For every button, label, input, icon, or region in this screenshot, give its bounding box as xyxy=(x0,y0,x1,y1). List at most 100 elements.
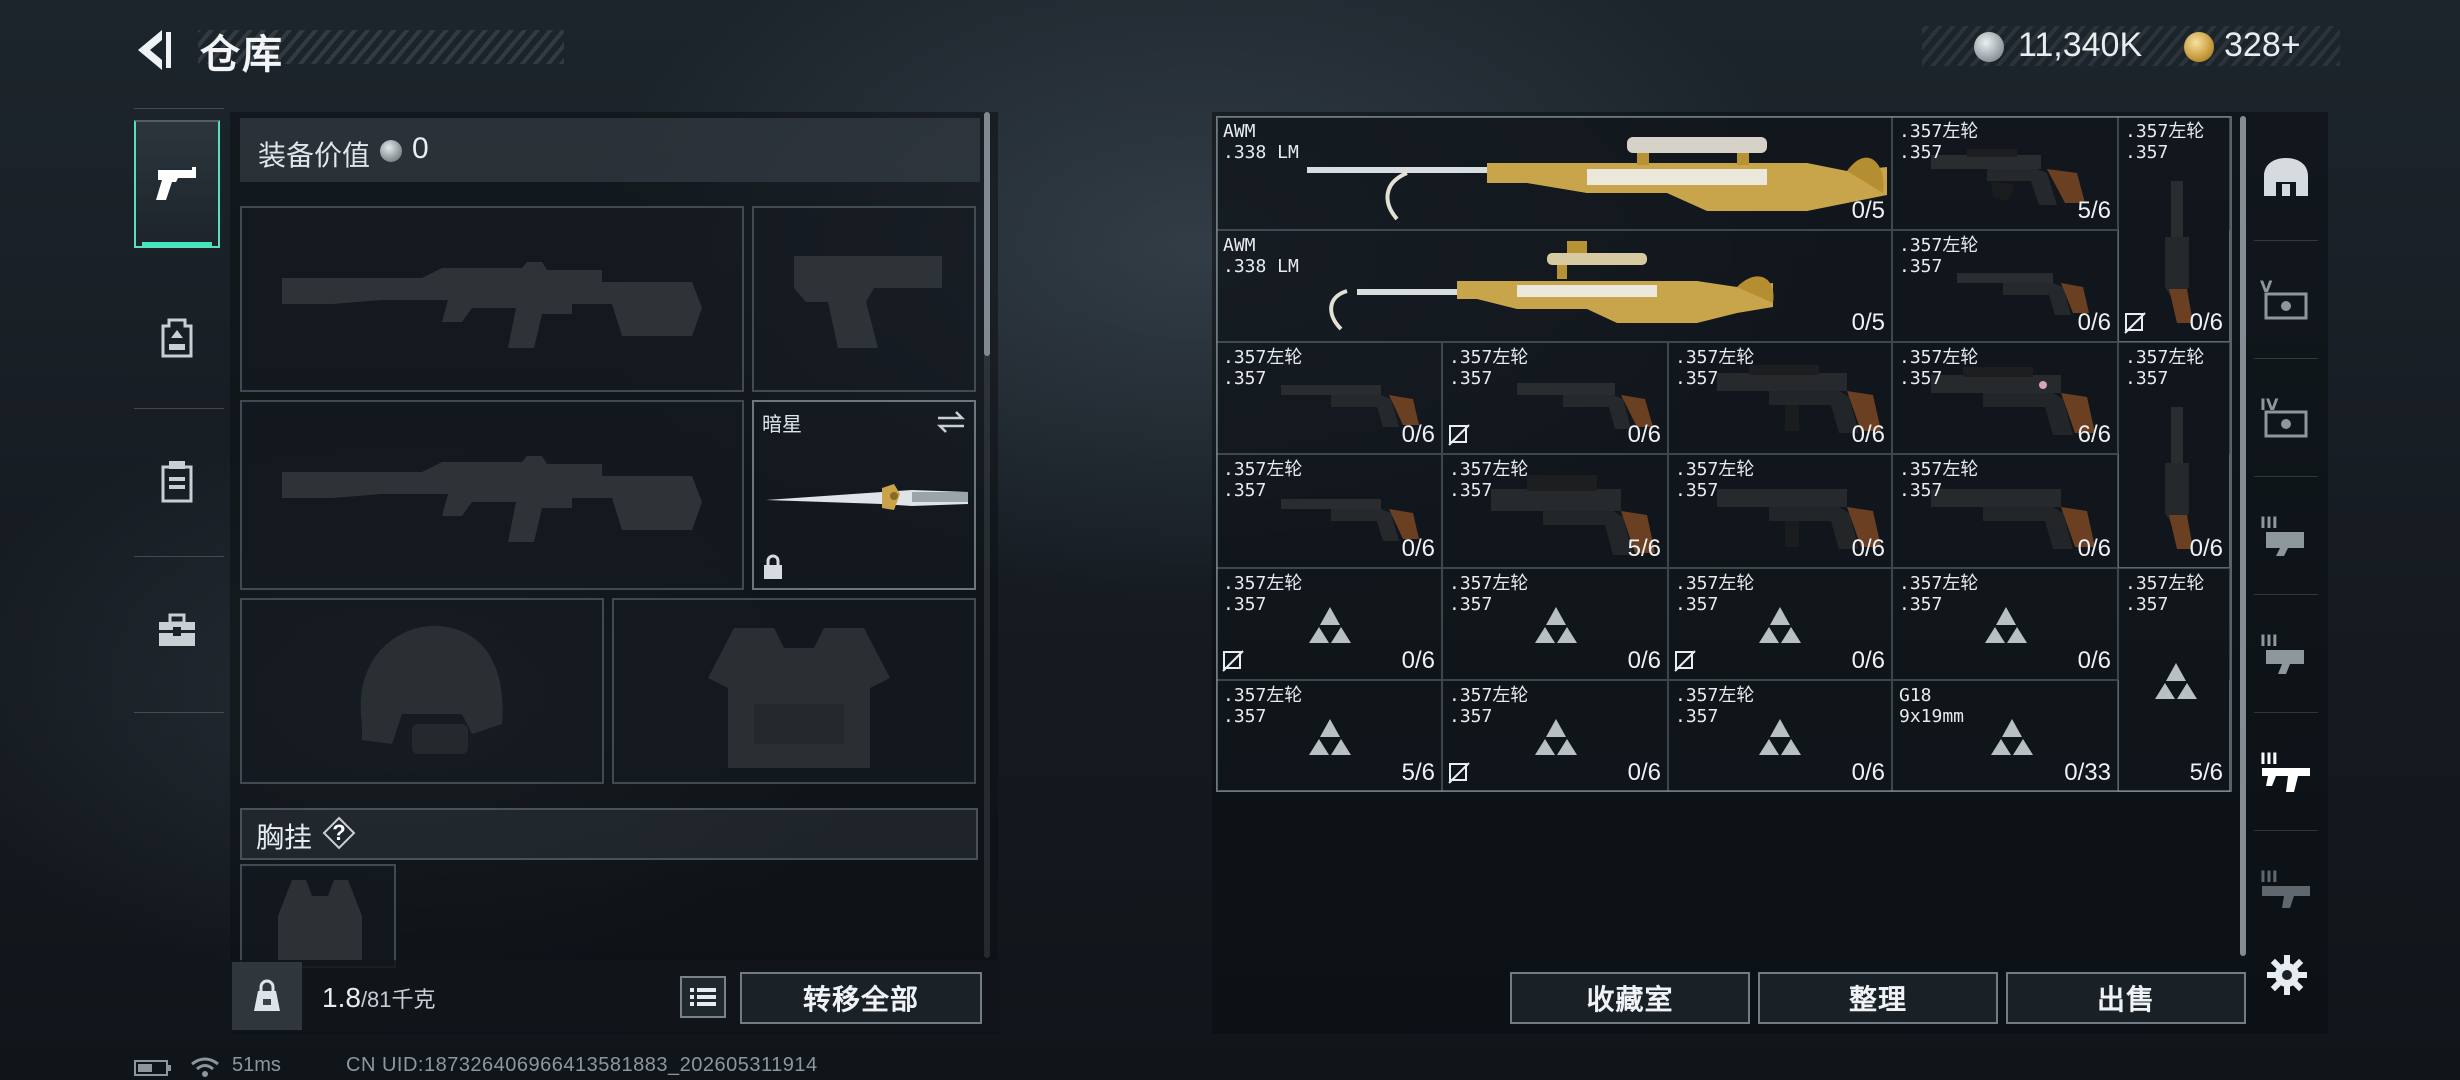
grid-item-revolver[interactable]: .357左轮 .357 5/6 xyxy=(1892,116,2118,230)
grid-item-count: 5/6 xyxy=(1627,535,1661,562)
grid-item-revolver[interactable]: .357左轮 .357 0/6 xyxy=(1216,342,1442,454)
ping-indicator: 51ms xyxy=(232,1054,281,1076)
grid-item-name: .357左轮 .357 xyxy=(1449,347,1529,389)
unavailable-icon xyxy=(1448,762,1470,784)
unknown-item-icon xyxy=(1535,719,1577,755)
primary-weapon-slot[interactable] xyxy=(240,206,744,392)
grid-item-count: 0/6 xyxy=(2077,647,2111,674)
melee-slot[interactable]: 暗星 xyxy=(752,400,976,590)
tier-iii-case-icon: III xyxy=(2260,513,2304,556)
sidearm-slot[interactable] xyxy=(752,206,976,392)
secondary-weapon-slot[interactable] xyxy=(240,400,744,590)
help-button[interactable]: ? xyxy=(322,816,356,850)
grid-item-count: 0/6 xyxy=(1851,647,1885,674)
filter-tab-tier-iii-box[interactable]: III xyxy=(2254,600,2318,704)
tab-armor[interactable] xyxy=(134,418,220,546)
grid-item-revolver[interactable]: .357左轮 .357 0/6 xyxy=(1442,680,1668,792)
sort-button[interactable]: 整理 xyxy=(1758,972,1998,1024)
grid-item-count: 0/6 xyxy=(1401,535,1435,562)
grid-item-name: .357左轮 .357 xyxy=(1899,121,1979,163)
list-view-button[interactable] xyxy=(680,976,726,1018)
collection-room-button[interactable]: 收藏室 xyxy=(1510,972,1750,1024)
grid-item-name: .357左轮 .357 xyxy=(1223,685,1303,727)
lock-icon xyxy=(764,554,782,579)
swap-icon[interactable] xyxy=(936,410,966,434)
grid-item-revolver[interactable]: .357左轮 .357 0/6 xyxy=(1892,454,2118,568)
grid-item-revolver[interactable]: .357左轮 .357 6/6 xyxy=(1892,342,2118,454)
grid-item-count: 0/6 xyxy=(1401,421,1435,448)
tier-iv-case-icon: IV xyxy=(2260,395,2308,438)
grid-item-revolver[interactable]: .357左轮 .357 0/6 xyxy=(1442,568,1668,680)
grid-item-revolver[interactable]: .357左轮 .357 5/6 xyxy=(1442,454,1668,568)
unknown-item-icon xyxy=(1535,607,1577,643)
grid-item-revolver[interactable]: .357左轮 .357 0/6 xyxy=(1892,230,2118,342)
vest-icon xyxy=(161,461,193,503)
transfer-all-button[interactable]: 转移全部 xyxy=(740,972,982,1024)
loadout-scrollbar[interactable] xyxy=(984,112,990,356)
grid-item-revolver[interactable]: .357左轮 .357 0/6 xyxy=(1668,680,1892,792)
grid-item-revolver[interactable]: .357左轮 .357 0/6 xyxy=(1668,454,1892,568)
grid-item-name: .357左轮 .357 xyxy=(1899,459,1979,501)
wifi-icon xyxy=(191,1057,219,1077)
gold-coin-icon xyxy=(2184,32,2214,62)
toolbox-icon xyxy=(159,613,195,646)
unavailable-icon xyxy=(1674,650,1696,672)
filter-tab-tier-iv[interactable]: IV xyxy=(2254,364,2318,468)
tab-backpack[interactable] xyxy=(134,274,220,402)
gear-icon xyxy=(2267,955,2307,995)
svg-text:III: III xyxy=(2260,867,2278,886)
grid-item-revolver[interactable]: .357左轮 .357 0/6 xyxy=(1216,454,1442,568)
chest-rig-slot[interactable] xyxy=(240,864,396,968)
grid-item-count: 0/5 xyxy=(1851,309,1885,336)
grid-item-revolver[interactable]: .357左轮 .357 5/6 xyxy=(1216,680,1442,792)
filter-tab-tier-iii-case[interactable]: III xyxy=(2254,482,2318,586)
grid-item-revolver[interactable]: .357左轮 .357 0/6 xyxy=(1892,568,2118,680)
tier-iii-gun-icon: III xyxy=(2260,867,2310,908)
grid-item-name: .357左轮 .357 xyxy=(1449,685,1529,727)
svg-text:III: III xyxy=(2260,513,2278,532)
back-button[interactable] xyxy=(128,26,180,74)
unavailable-icon xyxy=(2124,312,2146,334)
grid-item-revolver[interactable]: .357左轮 .357 0/6 xyxy=(1668,342,1892,454)
grid-item-g18[interactable]: G18 9x19mm 0/33 xyxy=(1892,680,2118,792)
grid-item-name: .357左轮 .357 xyxy=(2125,573,2205,615)
carry-weight-current: 1.8 xyxy=(322,982,361,1013)
grid-item-awm[interactable]: AWM .338 LM 0/5 xyxy=(1216,230,1892,342)
tab-separator xyxy=(2254,476,2318,477)
grid-item-count: 0/6 xyxy=(1851,421,1885,448)
weight-icon xyxy=(254,979,280,1011)
grid-item-revolver-lower[interactable]: 0/6 xyxy=(2118,230,2230,342)
grid-item-revolver-lower[interactable]: 5/6 xyxy=(2118,680,2230,792)
filter-tab-helmet[interactable] xyxy=(2254,126,2318,230)
tab-supplies[interactable] xyxy=(134,566,220,694)
filter-tab-tier-iii-gun[interactable]: III xyxy=(2254,836,2318,940)
warehouse-scrollbar[interactable] xyxy=(2240,116,2246,956)
grid-item-name: .357左轮 .357 xyxy=(1899,347,1979,389)
list-icon xyxy=(690,988,716,1006)
rifle-placeholder-icon xyxy=(282,456,702,542)
unknown-item-icon xyxy=(1991,719,2033,755)
grid-item-revolver[interactable]: .357左轮 .357 0/6 xyxy=(1442,342,1668,454)
grid-item-name: .357左轮 .357 xyxy=(1899,573,1979,615)
helmet-icon xyxy=(2264,158,2308,196)
grid-item-name: .357左轮 .357 xyxy=(1675,347,1755,389)
settings-button[interactable] xyxy=(2262,950,2312,1000)
grid-item-revolver[interactable]: .357左轮 .357 0/6 xyxy=(1668,568,1892,680)
grid-item-count: 5/6 xyxy=(2189,759,2223,786)
helmet-slot[interactable] xyxy=(240,598,604,784)
filter-tab-tier-iii-rifle[interactable]: III xyxy=(2254,718,2318,822)
body-armor-slot[interactable] xyxy=(612,598,976,784)
grid-item-awm[interactable]: AWM .338 LM 0/5 xyxy=(1216,116,1892,230)
sell-button[interactable]: 出售 xyxy=(2006,972,2246,1024)
grid-item-name: .357左轮 .357 xyxy=(2125,347,2205,389)
grid-item-revolver-lower[interactable]: 0/6 xyxy=(2118,454,2230,568)
melee-slot-name: 暗星 xyxy=(762,414,802,436)
weight-lock-button[interactable] xyxy=(232,962,302,1030)
tab-weapons[interactable] xyxy=(134,120,220,248)
filter-tab-tier-v[interactable]: V xyxy=(2254,246,2318,350)
grid-item-revolver[interactable]: .357左轮 .357 0/6 xyxy=(1216,568,1442,680)
silver-coin-icon xyxy=(1974,32,2004,62)
unknown-item-icon xyxy=(1759,607,1801,643)
grid-item-count: 0/6 xyxy=(1627,647,1661,674)
grid-item-count: 0/6 xyxy=(1401,647,1435,674)
